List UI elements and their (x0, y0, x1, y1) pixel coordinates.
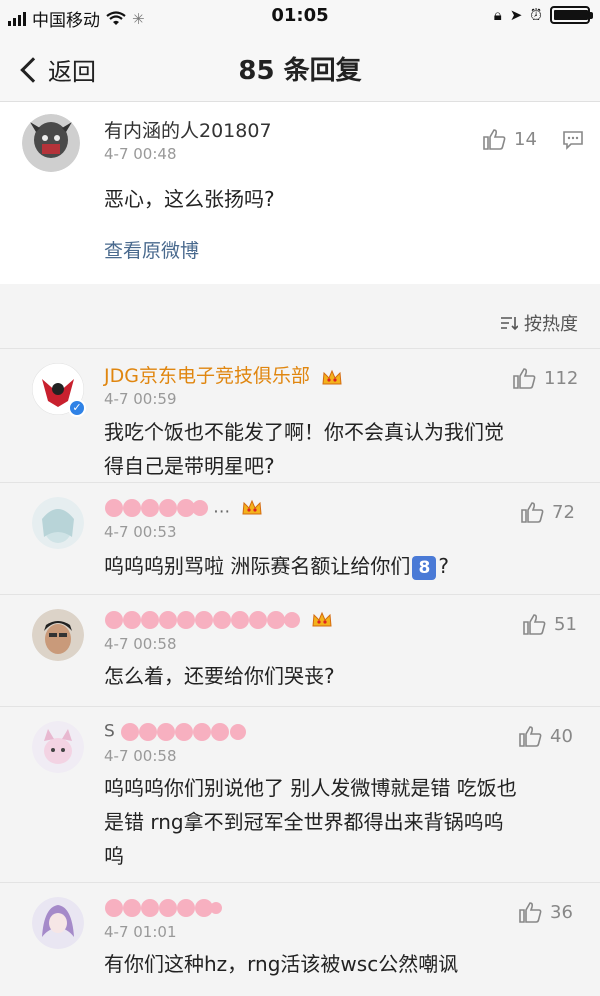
like-count: 36 (550, 901, 573, 923)
like-count: 40 (550, 725, 573, 747)
comment-text: 我吃个饭也不能发了啊！你不会真认为我们觉 得自己是带明星吧? (104, 415, 576, 483)
crown-badge-icon (312, 611, 332, 627)
avatar[interactable] (32, 497, 84, 549)
reply-meta: … 4-7 00:53 (104, 495, 263, 541)
author-name-tail: S (104, 721, 115, 742)
comment-line: 怎么着，还要给你们哭丧? (104, 664, 335, 688)
avatar[interactable] (22, 114, 80, 172)
battery-icon (550, 6, 593, 24)
comment-text: 呜呜呜你们别说他了 别人发微博就是错 吃饭也 是错 rng拿不到冠军全世界都得出… (104, 771, 576, 873)
crown-badge-icon (322, 369, 342, 384)
view-original-link[interactable]: 查看原微博 (104, 236, 199, 263)
comment-text: 恶心，这么张扬吗? (104, 187, 275, 211)
crown-badge-icon (242, 499, 262, 515)
author-name[interactable]: 有内涵的人201807 (104, 116, 272, 143)
like-count: 112 (544, 367, 579, 389)
author-name[interactable]: JDG京东电子竞技俱乐部 (104, 365, 310, 387)
comment-icon[interactable] (562, 130, 584, 150)
list-item: 4-7 00:58 51 怎么着，还要给你们哭丧? (0, 594, 600, 706)
thumbs-up-icon (523, 614, 546, 635)
root-meta: 有内涵的人201807 4-7 00:48 (104, 116, 272, 163)
nav-bar: 返回 85 条回复 (0, 34, 600, 102)
comment-line: 得自己是带明星吧? (104, 454, 275, 478)
root-comment: 有内涵的人201807 4-7 00:48 14 恶心，这么张扬吗? 查看原微博 (0, 102, 600, 284)
thumbs-up-icon (483, 129, 506, 150)
censor-hearts-icon (105, 899, 222, 917)
reply-meta: 4-7 01:01 (104, 895, 222, 941)
comment-time: 4-7 00:59 (104, 390, 177, 408)
thumbs-up-icon (521, 502, 544, 523)
like-button[interactable]: 40 (518, 725, 573, 747)
comment-text-part: 呜呜呜别骂啦 洲际赛名额让给你们 (104, 554, 411, 578)
like-count: 14 (514, 128, 537, 150)
like-button[interactable]: 51 (522, 613, 577, 635)
thumbs-up-icon (513, 368, 536, 389)
comment-text: 怎么着，还要给你们哭丧? (104, 659, 576, 693)
like-button[interactable]: 72 (520, 501, 575, 523)
sort-label: 按热度 (524, 314, 578, 335)
verified-badge-icon: ✓ (68, 399, 86, 417)
like-count: 72 (552, 501, 575, 523)
like-button[interactable]: 36 (518, 901, 573, 923)
reply-meta: JDG京东电子竞技俱乐部 4-7 00:59 (104, 361, 343, 408)
reply-list: ✓ JDG京东电子竞技俱乐部 4-7 00:59 112 我吃个饭也不能发了啊！… (0, 348, 600, 996)
comment-text-part: ? (438, 554, 449, 578)
comment-line: 我吃个饭也不能发了啊！你不会真认为我们觉 (104, 420, 504, 444)
avatar[interactable] (32, 609, 84, 661)
reply-meta: 4-7 00:58 (104, 607, 333, 653)
thumbs-up-icon (519, 902, 542, 923)
comment-line: 呜 (104, 844, 124, 868)
list-item: … 4-7 00:53 72 呜呜呜别骂啦 洲际赛名额让给你们 8? (0, 482, 600, 594)
avatar[interactable] (32, 721, 84, 773)
status-bar: 中国移动 ✳ 01:05 🔒︎ ➤ ⏰︎ (0, 0, 600, 34)
censor-hearts-icon (120, 723, 246, 741)
thumbs-up-icon (519, 726, 542, 747)
comment-time: 4-7 01:01 (104, 923, 177, 941)
avatar[interactable] (32, 897, 84, 949)
page-title: 85 条回复 (238, 56, 362, 86)
alarm-icon: ⏰︎ (530, 6, 542, 24)
orientation-lock-icon: 🔒︎ (493, 6, 502, 24)
like-count: 51 (554, 613, 577, 635)
location-icon: ➤ (509, 6, 523, 24)
comment-text: 有你们这种hz，rng活该被wsc公然嘲讽 (104, 947, 576, 981)
like-button[interactable]: 14 (482, 128, 537, 150)
comment-text: 呜呜呜别骂啦 洲际赛名额让给你们 8? (104, 549, 576, 583)
comment-line: 呜呜呜你们别说他了 别人发微博就是错 吃饭也 (104, 776, 517, 800)
list-item: S 4-7 00:58 40 呜呜呜你们别说他了 别人发微博就是错 吃饭也 是错… (0, 706, 600, 882)
comment-time: 4-7 00:53 (104, 523, 177, 541)
reply-meta: S 4-7 00:58 (104, 719, 248, 765)
comment-time: 4-7 00:58 (104, 635, 177, 653)
author-name-tail: … (213, 497, 231, 518)
status-right: 🔒︎ ➤ ⏰︎ (493, 6, 593, 24)
number-badge: 8 (412, 555, 437, 580)
sort-by-hot-button[interactable]: 按热度 (500, 310, 578, 336)
comment-time: 4-7 00:48 (104, 145, 177, 163)
sort-icon (501, 317, 518, 331)
like-button[interactable]: 112 (512, 367, 578, 389)
sort-bar: 按热度 (0, 298, 600, 348)
censor-hearts-icon (105, 611, 300, 629)
list-item: ✓ JDG京东电子竞技俱乐部 4-7 00:59 112 我吃个饭也不能发了啊！… (0, 348, 600, 482)
comment-time: 4-7 00:58 (104, 747, 177, 765)
censor-hearts-icon (105, 499, 208, 517)
comment-line: 是错 rng拿不到冠军全世界都得出来背锅呜呜 (104, 810, 504, 834)
list-item: 4-7 01:01 36 有你们这种hz，rng活该被wsc公然嘲讽 (0, 882, 600, 996)
comment-line: 有你们这种hz，rng活该被wsc公然嘲讽 (104, 952, 459, 976)
